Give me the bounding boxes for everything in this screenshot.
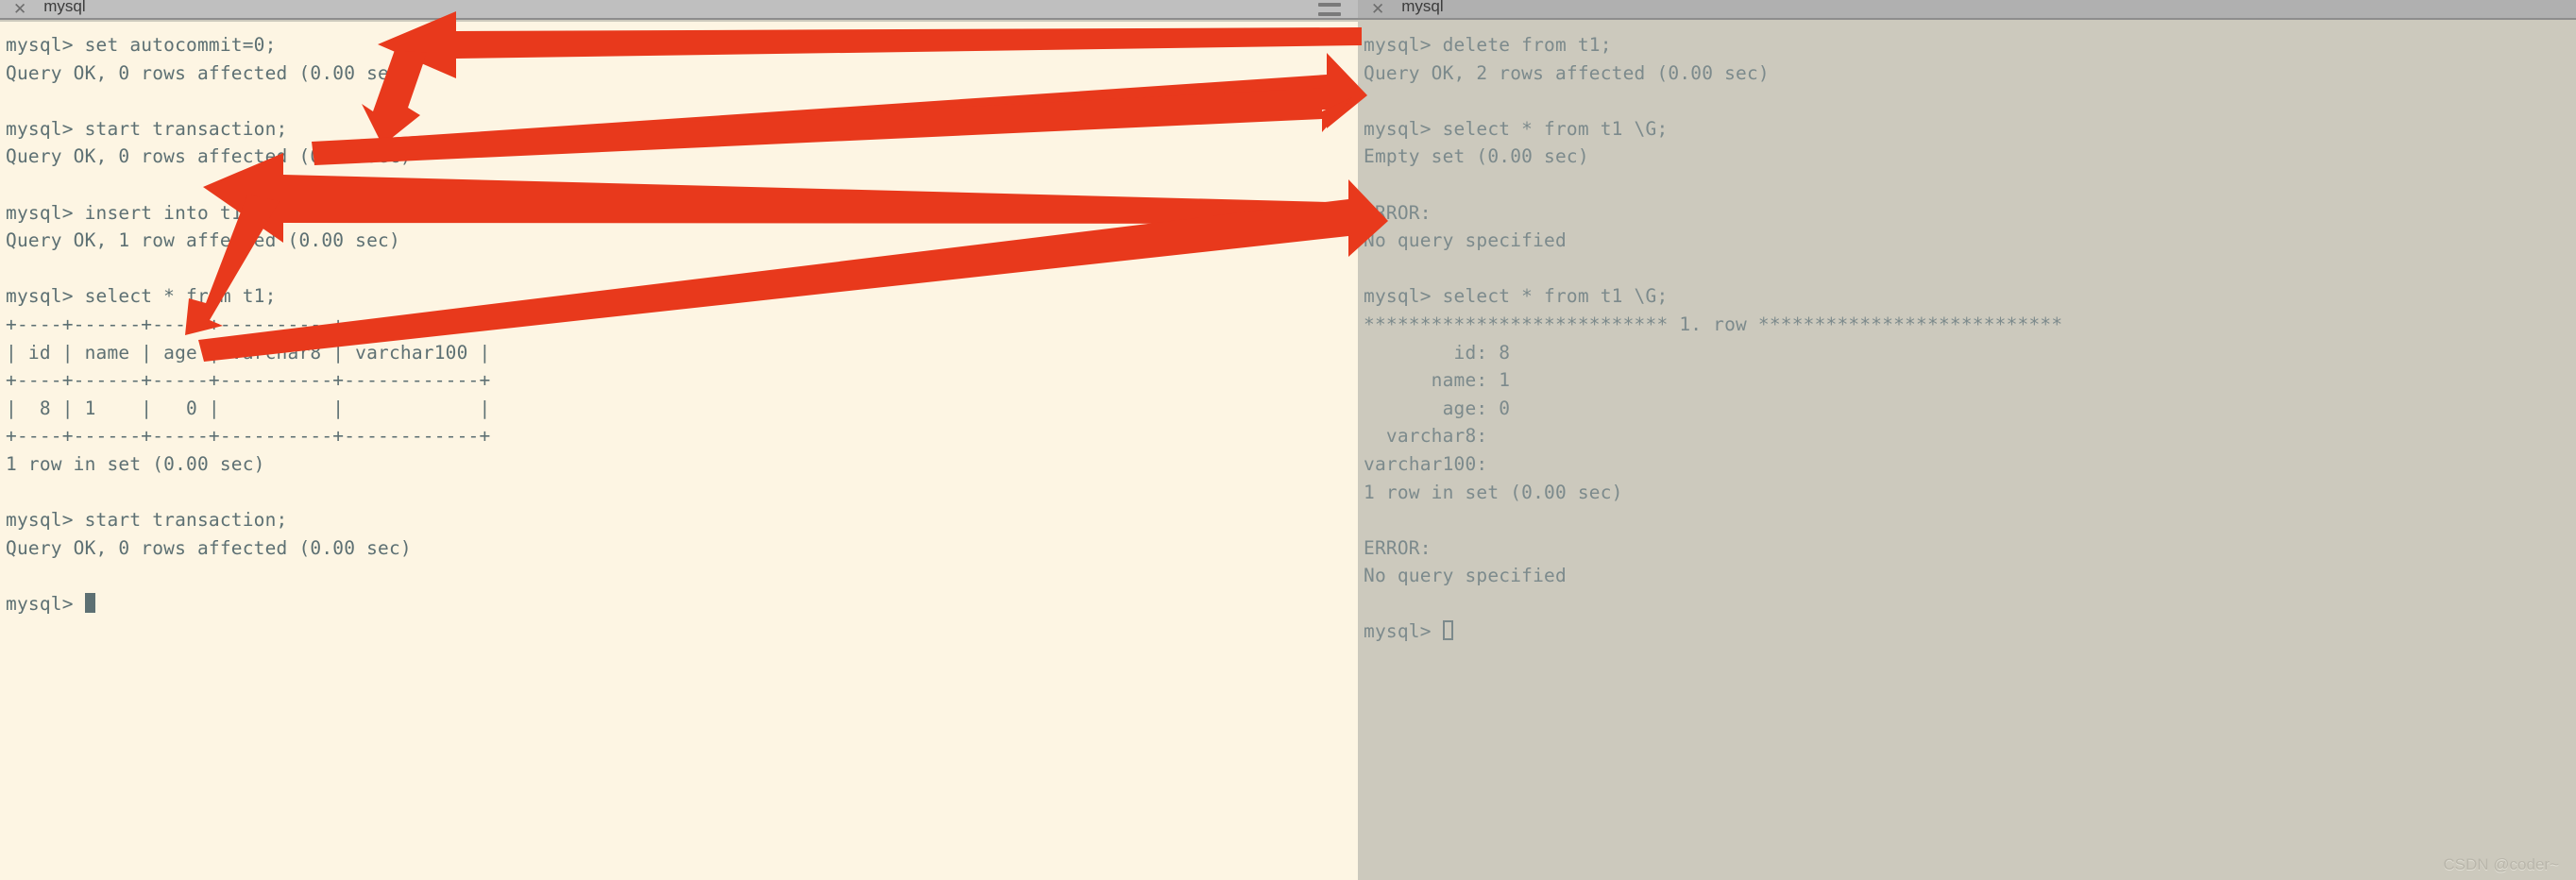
terminal-line: varchar100: [1364, 452, 1488, 475]
terminal-line: +----+------+-----+----------+----------… [6, 369, 491, 392]
terminal-line: No query specified [1364, 565, 1567, 587]
terminal-line: ERROR: [1364, 201, 1432, 224]
terminal-line: Query OK, 0 rows affected (0.00 sec) [6, 61, 412, 84]
left-window-titlebar[interactable]: ✕ mysql [0, 0, 1358, 20]
terminal-line: name: 1 [1364, 369, 1511, 392]
terminal-line: Query OK, 2 rows affected (0.00 sec) [1364, 61, 1770, 84]
prompt-text: mysql> [6, 592, 85, 615]
left-terminal-window: ✕ mysql mysql> set autocommit=0; Query OK… [0, 0, 1358, 880]
csdn-watermark: CSDN @coder~ [2443, 855, 2559, 873]
right-terminal-window: ✕ mysql mysql> delete from t1; Query OK, … [1358, 0, 2576, 880]
terminal-line: | 8 | 1 | 0 | | | [6, 397, 491, 419]
terminal-prompt-line[interactable]: mysql> [1364, 618, 2576, 646]
terminal-line: mysql> set autocommit=0; [6, 34, 277, 56]
terminal-line: mysql> delete from t1; [1364, 34, 1612, 56]
terminal-line: 1 row in set (0.00 sec) [1364, 481, 1623, 503]
terminal-line: | id | name | age | varchar8 | varchar10… [6, 341, 491, 364]
right-window-title: mysql [1401, 0, 1444, 15]
right-terminal-output[interactable]: mysql> delete from t1; Query OK, 2 rows a… [1358, 22, 2576, 880]
terminal-line: mysql> start transaction; [6, 117, 288, 140]
terminal-line: Query OK, 0 rows affected (0.00 sec) [6, 145, 412, 168]
terminal-line: mysql> start transaction; [6, 509, 288, 532]
terminal-line: 1 row in set (0.00 sec) [6, 452, 265, 475]
terminal-line: varchar8: [1364, 425, 1488, 448]
terminal-prompt-line[interactable]: mysql> [6, 590, 1358, 618]
terminal-line: *************************** 1. row *****… [1364, 313, 2063, 335]
prompt-text: mysql> [1364, 620, 1443, 643]
terminal-line: +----+------+-----+----------+----------… [6, 313, 491, 335]
terminal-line: +----+------+-----+----------+----------… [6, 425, 491, 448]
terminal-cursor [84, 592, 95, 613]
left-terminal-output[interactable]: mysql> set autocommit=0; Query OK, 0 rows… [0, 22, 1358, 880]
left-window-title: mysql [43, 0, 86, 15]
terminal-line: mysql> select * from t1 \G; [1364, 285, 1669, 308]
right-window-titlebar[interactable]: ✕ mysql [1358, 0, 2576, 20]
screenshot-root: ✕ mysql mysql> set autocommit=0; Query OK… [0, 0, 2576, 880]
terminal-line: mysql> select * from t1; [6, 285, 277, 308]
terminal-line: No query specified [1364, 229, 1567, 252]
close-icon[interactable]: ✕ [1371, 1, 1384, 17]
terminal-line: Empty set (0.00 sec) [1364, 145, 1589, 168]
terminal-line: age: 0 [1364, 397, 1511, 419]
terminal-line: mysql> select * from t1 \G; [1364, 117, 1669, 140]
terminal-cursor [1442, 620, 1453, 641]
terminal-line: id: 8 [1364, 341, 1511, 364]
close-icon[interactable]: ✕ [13, 1, 26, 17]
terminal-line: Query OK, 0 rows affected (0.00 sec) [6, 536, 412, 559]
hamburger-icon[interactable] [1318, 2, 1341, 16]
terminal-line: Query OK, 1 row affected (0.00 sec) [6, 229, 400, 252]
terminal-line: ERROR: [1364, 536, 1432, 559]
terminal-line: mysql> insert into t1 (name) values(1); [6, 201, 446, 224]
